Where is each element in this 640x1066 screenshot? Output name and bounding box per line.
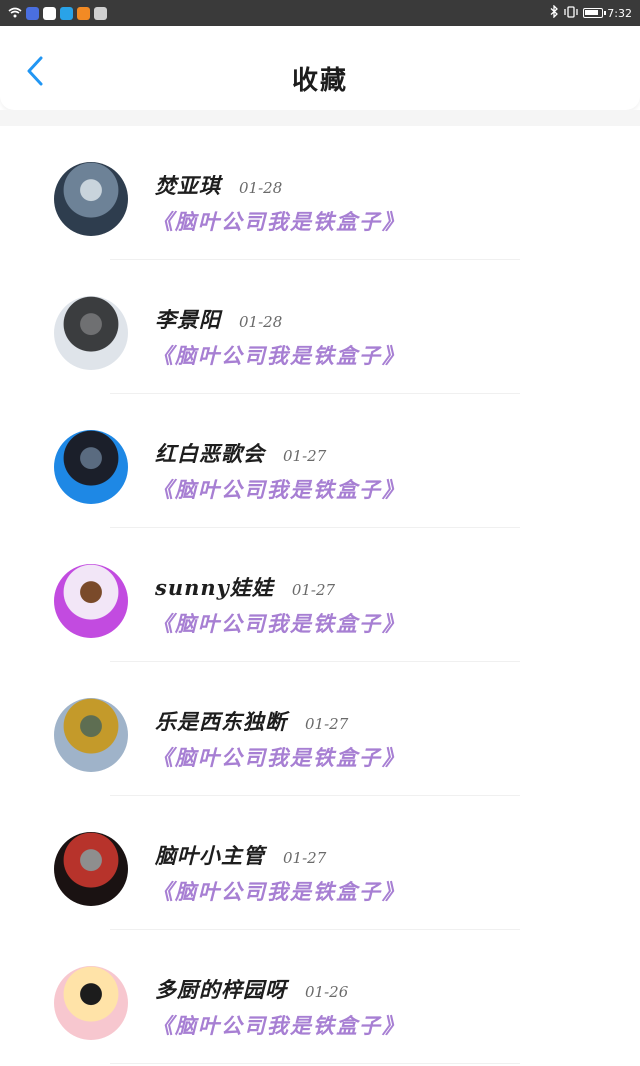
list-item[interactable]: sunny娃娃 01-27 《脑叶公司我是铁盒子》 <box>0 528 640 662</box>
item-date: 01-27 <box>305 715 349 733</box>
status-bar: 7:32 <box>0 0 640 26</box>
item-date: 01-27 <box>291 581 336 599</box>
item-date: 01-27 <box>283 849 327 867</box>
page-title: 收藏 <box>291 66 348 96</box>
status-left <box>8 6 107 20</box>
app-notification-icon <box>26 6 39 20</box>
avatar[interactable] <box>54 564 128 638</box>
status-time: 7:32 <box>607 6 632 20</box>
favorites-list: 焚亚琪 01-28 《脑叶公司我是铁盒子》 李景阳 01-28 《脑叶公司我是铁盒子》 红白… <box>0 126 640 1064</box>
app-notification-icon <box>60 6 73 20</box>
list-item[interactable]: 乐是西东独断 01-27 《脑叶公司我是铁盒子》 <box>0 662 640 796</box>
status-right: 7:32 <box>550 4 632 21</box>
app-notification-icon <box>77 6 90 20</box>
app-notification-icon <box>43 6 56 20</box>
bluetooth-icon <box>550 4 559 21</box>
item-date: 01-27 <box>283 447 327 465</box>
user-name: 多厨的梓园呀 <box>155 977 287 1002</box>
list-item[interactable]: 红白恶歌会 01-27 《脑叶公司我是铁盒子》 <box>0 394 640 528</box>
list-item[interactable]: 多厨的梓园呀 01-26 《脑叶公司我是铁盒子》 <box>0 930 640 1064</box>
row-divider <box>110 1063 520 1064</box>
avatar[interactable] <box>54 162 128 236</box>
header-bar: 收藏 <box>0 26 640 110</box>
avatar[interactable] <box>54 966 128 1040</box>
user-name: 焚亚琪 <box>155 173 221 198</box>
avatar[interactable] <box>54 296 128 370</box>
book-title-link[interactable]: 《脑叶公司我是铁盒子》 <box>152 206 405 236</box>
item-header: 脑叶小主管 01-27 <box>155 840 326 870</box>
app-notification-icon <box>94 6 107 20</box>
user-name: 李景阳 <box>155 307 221 332</box>
list-item[interactable]: 焚亚琪 01-28 《脑叶公司我是铁盒子》 <box>0 126 640 260</box>
book-title-link[interactable]: 《脑叶公司我是铁盒子》 <box>152 474 405 504</box>
item-header: sunny娃娃 01-27 <box>155 572 335 602</box>
item-header: 乐是西东独断 01-27 <box>155 706 348 736</box>
item-header: 李景阳 01-28 <box>155 304 282 334</box>
book-title-link[interactable]: 《脑叶公司我是铁盒子》 <box>152 1010 405 1040</box>
list-item[interactable]: 脑叶小主管 01-27 《脑叶公司我是铁盒子》 <box>0 796 640 930</box>
book-title-link[interactable]: 《脑叶公司我是铁盒子》 <box>152 742 405 772</box>
wifi-icon <box>8 7 22 20</box>
list-item[interactable]: 李景阳 01-28 《脑叶公司我是铁盒子》 <box>0 260 640 394</box>
item-date: 01-28 <box>239 313 283 331</box>
book-title-link[interactable]: 《脑叶公司我是铁盒子》 <box>152 608 405 638</box>
avatar[interactable] <box>54 430 128 504</box>
item-header: 焚亚琪 01-28 <box>155 170 282 200</box>
item-date: 01-26 <box>305 983 349 1001</box>
avatar[interactable] <box>54 698 128 772</box>
item-header: 多厨的梓园呀 01-26 <box>155 974 348 1004</box>
book-title-link[interactable]: 《脑叶公司我是铁盒子》 <box>152 876 405 906</box>
item-date: 01-28 <box>239 179 283 197</box>
avatar[interactable] <box>54 832 128 906</box>
battery-icon <box>583 8 607 18</box>
item-header: 红白恶歌会 01-27 <box>155 438 326 468</box>
user-name: 脑叶小主管 <box>155 843 265 868</box>
user-name: sunny娃娃 <box>155 575 274 600</box>
section-divider <box>0 110 640 126</box>
user-name: 红白恶歌会 <box>155 441 265 466</box>
user-name: 乐是西东独断 <box>155 709 287 734</box>
vibrate-icon <box>563 5 579 21</box>
book-title-link[interactable]: 《脑叶公司我是铁盒子》 <box>152 340 405 370</box>
